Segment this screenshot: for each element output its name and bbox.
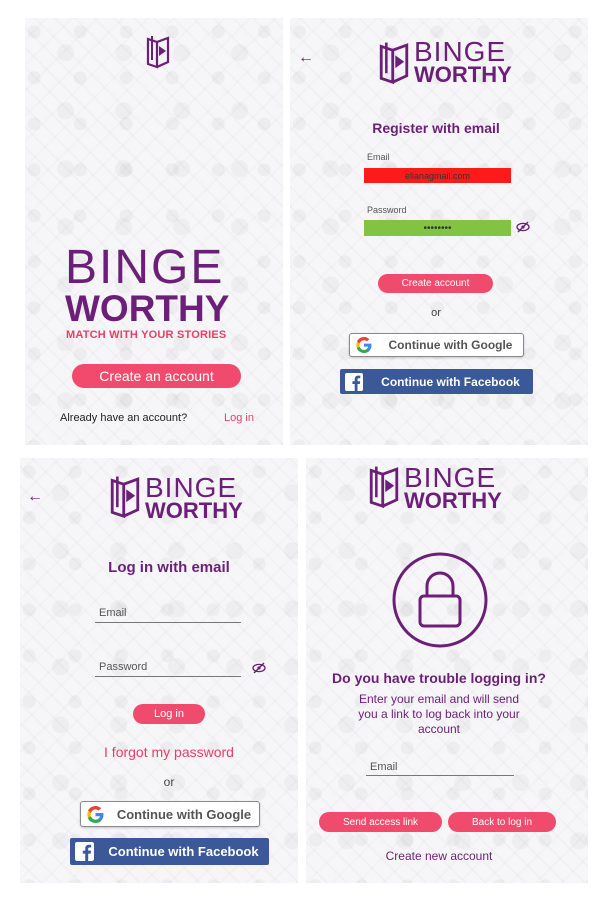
password-label: Password	[367, 205, 407, 215]
book-play-logo-icon	[366, 464, 402, 515]
continue-with-google-button[interactable]: Continue with Google	[80, 801, 260, 827]
logo-wordmark: BINGE WORTHY	[145, 474, 243, 522]
logo-worthy-text: WORTHY	[404, 488, 502, 513]
create-an-account-button[interactable]: Create an account	[72, 364, 241, 388]
continue-with-facebook-button[interactable]: Continue with Facebook	[340, 369, 533, 394]
logo-worthy-text: WORTHY	[145, 498, 243, 523]
trouble-title: Do you have trouble logging in?	[332, 670, 546, 686]
eye-slash-icon[interactable]	[252, 661, 266, 679]
back-to-login-button[interactable]: Back to log in	[448, 812, 556, 832]
google-g-icon	[350, 337, 378, 353]
google-button-label: Continue with Google	[116, 806, 252, 822]
facebook-button-label: Continue with Facebook	[381, 374, 520, 389]
google-g-icon	[81, 805, 109, 823]
back-arrow-icon[interactable]: ←	[298, 49, 314, 67]
login-screen: ← BINGE WORTHY Log in with email Log in …	[20, 458, 298, 883]
logo-binge-text: BINGE	[65, 241, 225, 294]
book-play-logo-icon	[145, 34, 171, 75]
login-button[interactable]: Log in	[133, 704, 205, 724]
have-account-text: Already have an account?	[60, 412, 188, 424]
google-button-label: Continue with Google	[388, 338, 513, 352]
facebook-f-icon	[70, 842, 98, 861]
password-field[interactable]	[364, 220, 511, 236]
register-title: Register with email	[372, 120, 500, 136]
logo-wordmark: BINGE WORTHY	[414, 38, 512, 86]
or-separator: or	[163, 775, 175, 789]
trouble-login-screen: BINGE WORTHY Do you have trouble logging…	[306, 458, 588, 883]
forgot-password-link[interactable]: I forgot my password	[20, 744, 298, 760]
continue-with-facebook-button[interactable]: Continue with Facebook	[70, 838, 269, 865]
create-new-account-link[interactable]: Create new account	[306, 849, 572, 863]
password-input[interactable]	[95, 658, 241, 677]
facebook-f-icon	[340, 372, 368, 391]
tagline: MATCH WITH YOUR STORIES	[66, 329, 227, 341]
back-arrow-icon[interactable]: ←	[27, 488, 43, 506]
eye-slash-icon[interactable]	[516, 220, 530, 238]
welcome-screen: BINGE WORTHY MATCH WITH YOUR STORIES Cre…	[25, 18, 283, 445]
login-link[interactable]: Log in	[224, 412, 254, 424]
email-label: Email	[367, 152, 390, 162]
or-separator: or	[431, 307, 441, 319]
continue-with-google-button[interactable]: Continue with Google	[349, 333, 524, 357]
book-play-logo-icon	[107, 474, 143, 525]
padlock-icon	[391, 551, 489, 654]
register-screen: ← BINGE WORTHY Register with email Email…	[290, 18, 588, 445]
send-access-link-button[interactable]: Send access link	[319, 812, 442, 832]
logo-worthy-text: WORTHY	[414, 62, 512, 87]
email-field[interactable]	[364, 168, 511, 183]
email-input[interactable]	[95, 604, 241, 623]
logo-wordmark: BINGE WORTHY	[404, 464, 502, 512]
create-account-button[interactable]: Create account	[378, 274, 493, 293]
logo-worthy-text: WORTHY	[65, 288, 230, 329]
big-logo-wordmark: BINGE WORTHY	[65, 241, 255, 329]
trouble-description: Enter your email and will send you a lin…	[358, 692, 520, 736]
email-input[interactable]	[366, 758, 514, 776]
facebook-button-label: Continue with Facebook	[108, 844, 259, 859]
login-title: Log in with email	[108, 559, 230, 576]
book-play-logo-icon	[376, 40, 412, 91]
